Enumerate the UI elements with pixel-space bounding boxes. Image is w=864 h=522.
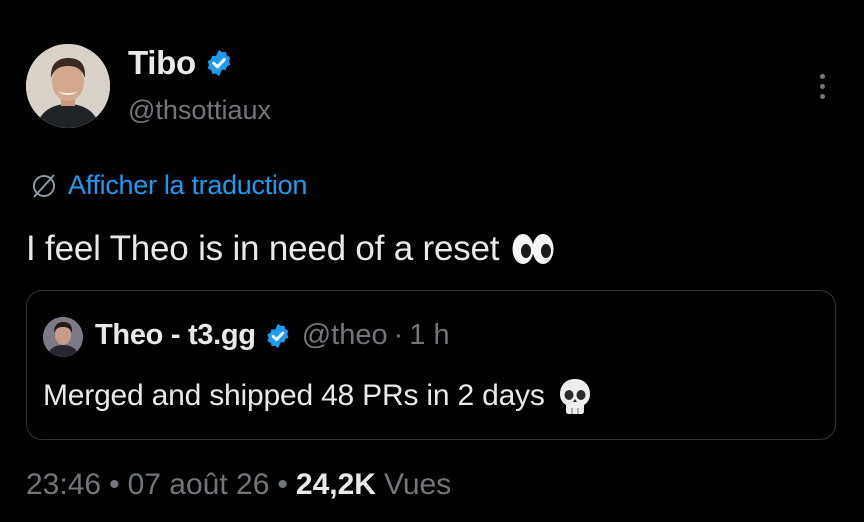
tweet-meta: 23:46 • 07 août 26 • 24,2K Vues [26,468,451,502]
quoted-header: Theo - t3.gg @theo · 1 h [95,319,450,352]
translate-link[interactable]: Afficher la traduction [30,170,307,201]
tweet-date[interactable]: 07 août 26 [128,468,270,502]
quoted-author-avatar[interactable] [43,317,83,357]
meta-separator: • [277,468,288,501]
skull-emoji-icon [559,379,590,414]
quoted-tweet-body: Merged and shipped 48 PRs in 2 days [43,379,545,412]
tweet-text: I feel Theo is in need of a reset [26,229,555,269]
translate-globe-icon [33,173,55,198]
author-name[interactable]: Tibo [128,44,196,82]
more-options-icon[interactable] [808,66,836,106]
quoted-tweet-text: Merged and shipped 48 PRs in 2 days [43,377,593,415]
author-avatar[interactable] [26,44,110,128]
tweet-time[interactable]: 23:46 [26,468,101,502]
quoted-timestamp[interactable]: 1 h [409,319,449,352]
translate-label[interactable]: Afficher la traduction [68,170,307,201]
author-name-row[interactable]: Tibo [128,44,234,82]
quoted-separator: · [393,319,404,351]
verified-badge-icon [207,49,231,77]
author-handle[interactable]: @thsottiaux [128,95,271,126]
tweet-body: I feel Theo is in need of a reset [26,229,500,268]
quoted-author-handle[interactable]: @theo [302,319,388,352]
views-count: 24,2K [295,468,376,501]
eyes-emoji-icon [512,234,554,264]
quoted-tweet-card[interactable]: Theo - t3.gg @theo · 1 h Merged and ship… [26,290,836,440]
views-label: Vues [383,468,452,501]
meta-separator: • [109,468,120,501]
quoted-author-name[interactable]: Theo - t3.gg [95,319,256,352]
quoted-verified-badge-icon [267,323,289,348]
